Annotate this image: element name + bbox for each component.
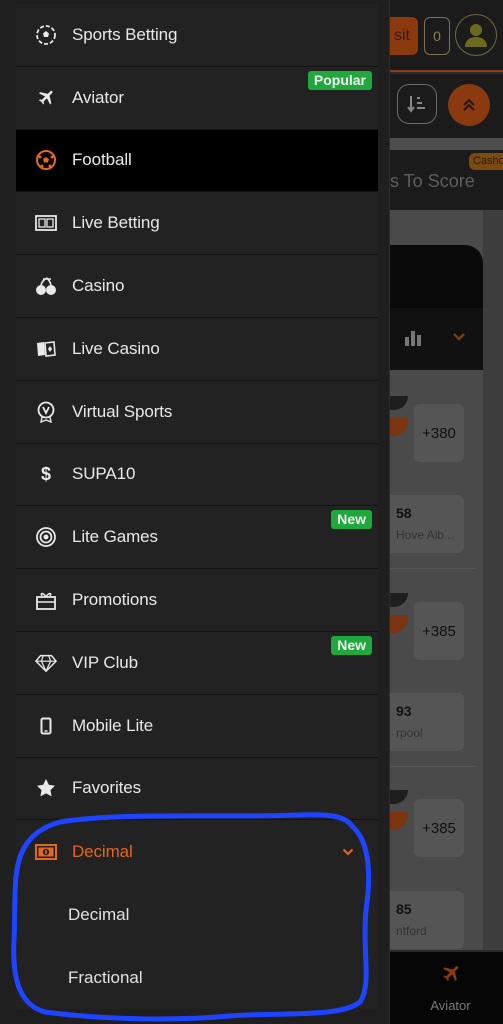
menu-item-favorites[interactable]: Favorites (16, 757, 378, 821)
cashout-badge: Cashou (469, 153, 503, 170)
menu-item-sports-betting[interactable]: Sports Betting (16, 4, 378, 67)
menu-item-vip-club[interactable]: VIP Club New (16, 631, 378, 695)
drawer-menu: Sports Betting Aviator Popular Football (16, 4, 378, 1010)
odds-button[interactable]: +380 (414, 404, 464, 462)
odds-option-label: Decimal (68, 904, 130, 924)
menu-item-supa10[interactable]: $ SUPA10 (16, 443, 378, 507)
menu-item-label: Football (72, 150, 132, 170)
new-badge: New (331, 510, 372, 530)
chevron-down-icon (342, 843, 354, 861)
menu-item-label: Live Casino (72, 338, 160, 358)
odds-button[interactable]: +385 (414, 799, 464, 857)
odds-option-label: Fractional (68, 967, 143, 987)
football-icon (35, 149, 57, 171)
divider (378, 568, 476, 569)
popular-badge: Popular (307, 70, 372, 90)
sports-ball-icon (35, 24, 57, 46)
virtual-medal-icon (35, 401, 57, 423)
odds-option-decimal[interactable]: Decimal (16, 883, 378, 947)
airplane-icon (35, 87, 57, 109)
menu-item-live-casino[interactable]: Live Casino (16, 317, 378, 381)
cherries-icon (35, 275, 57, 297)
market-title[interactable]: ns To Score (380, 171, 475, 192)
player-name: rpool (396, 726, 423, 740)
side-drawer: Sports Betting Aviator Popular Football (0, 0, 390, 1024)
stats-icon[interactable] (404, 330, 422, 346)
scroll-top-button[interactable] (448, 84, 490, 126)
menu-item-football[interactable]: Football (16, 129, 378, 193)
bottom-nav-aviator[interactable]: Aviator (378, 998, 503, 1013)
divider (378, 138, 503, 150)
menu-item-label: Favorites (72, 778, 142, 798)
scrollbar-track[interactable] (483, 210, 503, 950)
menu-item-label: Lite Games (72, 527, 158, 547)
divider (378, 766, 476, 767)
menu-item-promotions[interactable]: Promotions (16, 569, 378, 632)
chevron-down-icon[interactable] (452, 332, 466, 342)
new-badge: New (331, 635, 372, 655)
menu-item-label: Mobile Lite (72, 715, 154, 735)
user-icon (465, 24, 487, 47)
odds-option-fractional[interactable]: Fractional (16, 946, 378, 1010)
double-chevron-up-icon (463, 98, 475, 111)
diamond-icon (35, 652, 57, 674)
player-name: Hove Alb... (396, 528, 455, 542)
player-odds-card[interactable]: 85 ntford (378, 891, 464, 949)
menu-item-label: SUPA10 (72, 464, 136, 484)
menu-item-aviator[interactable]: Aviator Popular (16, 66, 378, 130)
odds-value: 93 (396, 703, 412, 719)
player-name: ntford (396, 924, 427, 938)
menu-item-lite-games[interactable]: Lite Games New (16, 506, 378, 570)
player-odds-card[interactable]: 93 rpool (378, 693, 464, 751)
screen: sit 0 ns To Score Cashou +380 58 Hove Al… (0, 0, 503, 1024)
target-icon (35, 526, 57, 548)
match-subheader (378, 308, 483, 370)
playing-cards-icon (35, 338, 57, 360)
menu-item-label: Live Betting (72, 213, 160, 233)
banknote-icon (35, 841, 57, 863)
betslip-count[interactable]: 0 (424, 17, 450, 55)
menu-item-label: Virtual Sports (72, 401, 173, 421)
airplane-icon[interactable] (440, 963, 462, 985)
odds-format-dropdown[interactable]: Decimal (16, 820, 378, 884)
menu-item-label: VIP Club (72, 652, 138, 672)
odds-button[interactable]: +385 (414, 602, 464, 660)
menu-item-virtual-sports[interactable]: Virtual Sports (16, 380, 378, 444)
scoreboard-icon (35, 212, 57, 234)
menu-item-label: Aviator (72, 87, 124, 107)
star-icon (35, 777, 57, 799)
odds-format-selected: Decimal (72, 841, 133, 861)
menu-item-label: Casino (72, 276, 125, 296)
menu-item-mobile-lite[interactable]: Mobile Lite (16, 694, 378, 758)
menu-item-label: Promotions (72, 590, 157, 610)
menu-item-label: Sports Betting (72, 24, 178, 44)
menu-item-live-betting[interactable]: Live Betting (16, 192, 378, 256)
sort-button[interactable] (397, 84, 437, 124)
sort-icon (407, 96, 425, 113)
dollar-icon: $ (40, 463, 51, 484)
odds-value: 85 (396, 901, 412, 917)
gift-icon (35, 589, 57, 611)
menu-item-casino[interactable]: Casino (16, 255, 378, 318)
player-odds-card[interactable]: 58 Hove Alb... (378, 495, 464, 553)
odds-value: 58 (396, 505, 412, 521)
mobile-phone-icon (35, 715, 57, 737)
avatar[interactable] (455, 14, 497, 56)
